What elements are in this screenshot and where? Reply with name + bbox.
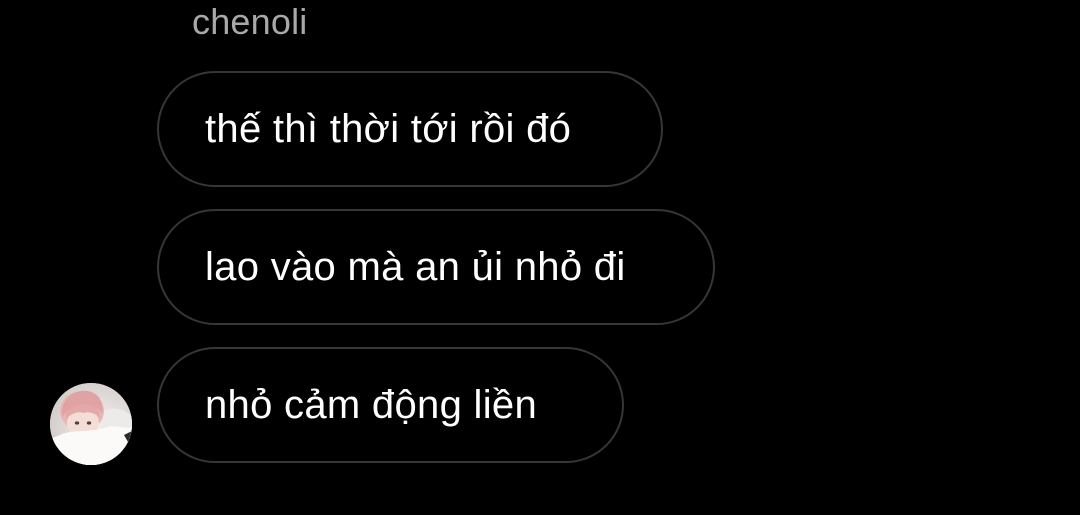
message-text: lao vào mà an ủi nhỏ đi	[205, 244, 626, 289]
message-text: thế thì thời tới rồi đó	[205, 106, 572, 151]
message-bubble[interactable]: thế thì thời tới rồi đó	[157, 71, 663, 187]
sender-avatar[interactable]	[50, 383, 132, 465]
message-text: nhỏ cảm động liền	[205, 382, 537, 427]
message-bubble[interactable]: lao vào mà an ủi nhỏ đi	[157, 209, 715, 325]
sender-name[interactable]: chenoli	[192, 0, 307, 44]
message-bubble[interactable]: nhỏ cảm động liền	[157, 347, 624, 463]
avatar-photo-icon	[50, 383, 132, 465]
